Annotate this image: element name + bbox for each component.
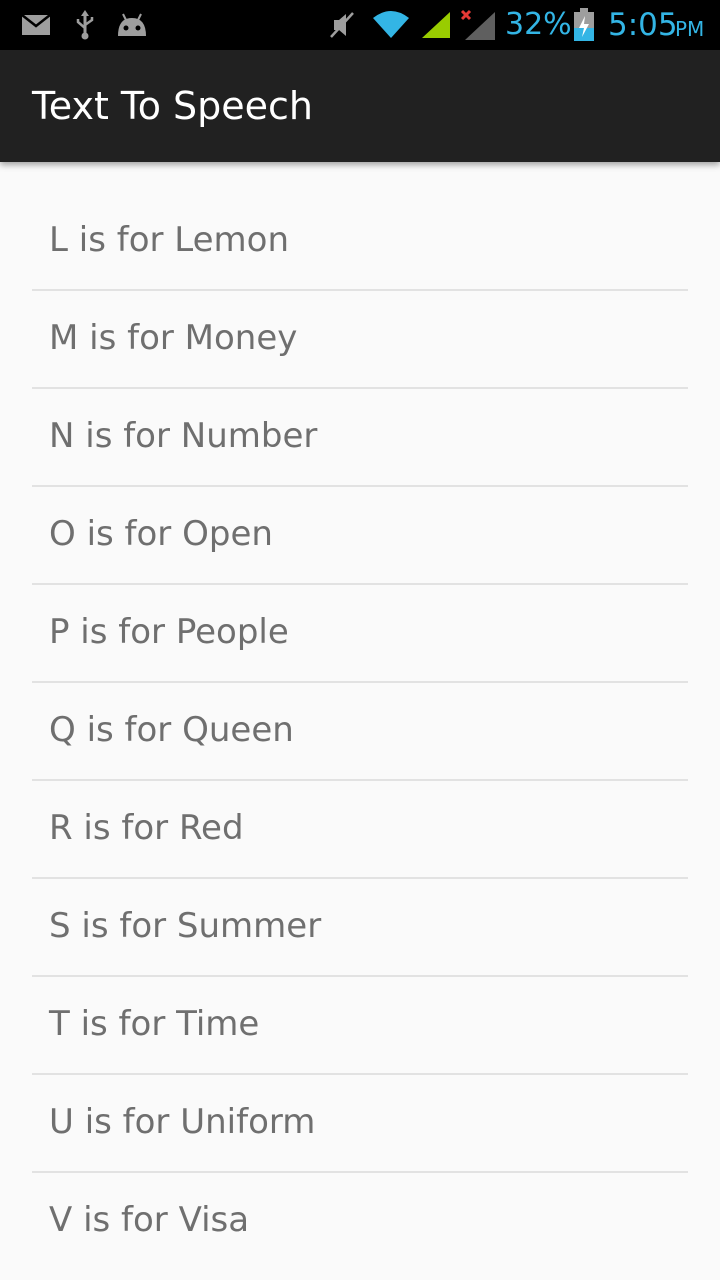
list-item[interactable]: U is for Uniform [32, 1074, 688, 1173]
list-item[interactable]: M is for Money [32, 290, 688, 389]
list-item[interactable]: N is for Number [32, 388, 688, 487]
list-item[interactable]: S is for Summer [32, 878, 688, 977]
list-item[interactable]: P is for People [32, 584, 688, 683]
android-debug-icon [114, 0, 150, 50]
wifi-icon [370, 0, 412, 50]
list-item-label: R is for Red [49, 808, 244, 848]
action-bar: Text To Speech [0, 50, 720, 162]
list-item-label: L is for Lemon [49, 220, 290, 260]
list-item-label: M is for Money [49, 318, 298, 358]
list-item[interactable]: Q is for Queen [32, 682, 688, 781]
list-item-label: T is for Time [49, 1004, 260, 1044]
list-item[interactable]: O is for Open [32, 486, 688, 585]
signal-icon [418, 0, 454, 50]
clock-time: 5:05 [608, 7, 678, 43]
word-list[interactable]: L is for Lemon M is for Money N is for N… [0, 162, 720, 1280]
usb-icon [72, 0, 98, 50]
list-item[interactable]: V is for Visa [32, 1172, 688, 1269]
list-item[interactable]: L is for Lemon [32, 192, 688, 291]
list-item-label: O is for Open [49, 514, 273, 554]
list-item-label: V is for Visa [49, 1200, 250, 1240]
battery-charging-icon [571, 0, 597, 50]
list-item-label: S is for Summer [49, 906, 322, 946]
list-item-label: P is for People [49, 612, 289, 652]
list-item[interactable]: T is for Time [32, 976, 688, 1075]
battery-percent: 32% [505, 7, 572, 42]
mute-icon [326, 0, 358, 50]
list-item-label: U is for Uniform [49, 1102, 316, 1142]
list-item-label: Q is for Queen [49, 710, 294, 750]
page-title: Text To Speech [32, 84, 313, 128]
mail-icon [20, 0, 52, 50]
list-item[interactable]: R is for Red [32, 780, 688, 879]
clock-ampm: PM [675, 17, 705, 41]
list-item-label: N is for Number [49, 416, 318, 456]
status-bar: 32% 5:05 PM [0, 0, 720, 50]
no-signal-icon [458, 0, 498, 50]
